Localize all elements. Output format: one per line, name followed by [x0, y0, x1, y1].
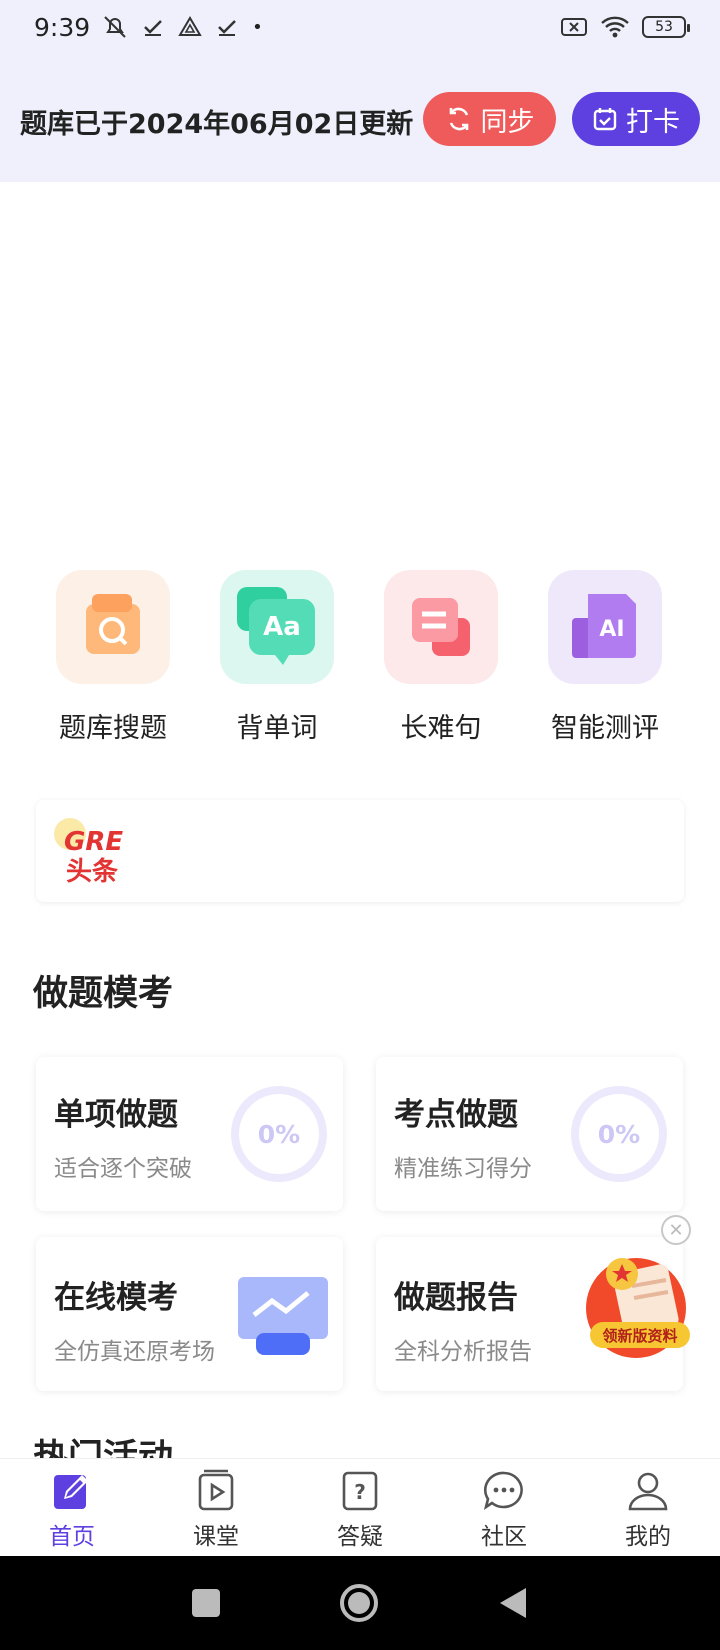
promo-materials-badge[interactable]: 领新版资料 [584, 1250, 694, 1362]
check-icon [218, 20, 237, 36]
practice-section-title: 做题模考 [33, 974, 174, 1014]
card-subtitle: 全科分析报告 [394, 1339, 532, 1365]
system-nav-bar [0, 1556, 720, 1650]
mock-exam-card[interactable]: 在线模考 全仿真还原考场 [36, 1237, 343, 1391]
search-bank-icon [56, 570, 170, 684]
quick-action-ai-assessment[interactable]: AI 智能测评 [523, 570, 687, 745]
sync-button[interactable]: 同步 [423, 92, 556, 146]
gre-news-card[interactable]: GRE 头条 [36, 800, 684, 902]
card-title: 在线模考 [54, 1280, 178, 1316]
nav-label: 课堂 [193, 1524, 239, 1550]
sim-off-icon [561, 18, 587, 36]
home-dot-icon [348, 1592, 370, 1614]
gre-logo-line1: GRE [64, 827, 123, 857]
vocabulary-icon: Aa [220, 570, 334, 684]
quick-action-vocabulary[interactable]: Aa 背单词 [195, 570, 359, 745]
ai-assessment-icon: AI [548, 570, 662, 684]
chat-bubble-icon [483, 1471, 523, 1510]
svg-text:?: ? [354, 1480, 366, 1504]
sync-label: 同步 [480, 106, 535, 138]
nav-label: 答疑 [337, 1524, 383, 1550]
card-title: 考点做题 [394, 1097, 518, 1133]
nav-qa[interactable]: ? 答疑 [288, 1459, 432, 1556]
home-edit-icon [54, 1475, 88, 1509]
card-subtitle: 精准练习得分 [394, 1156, 532, 1182]
quick-action-label: 题库搜题 [59, 713, 167, 744]
header-row: 题库已于2024年06月02日更新 同步 打卡 [0, 92, 720, 150]
status-bar: 9:39 • 53 [0, 0, 720, 54]
quick-action-label: 背单词 [236, 713, 318, 744]
recents-button[interactable] [192, 1589, 220, 1617]
card-title: 做题报告 [394, 1280, 518, 1316]
status-time: 9:39 [34, 12, 91, 42]
profile-icon [628, 1472, 668, 1511]
topic-practice-card[interactable]: 考点做题 精准练习得分 0% [376, 1057, 683, 1211]
quick-action-search-bank[interactable]: 题库搜题 [31, 570, 195, 745]
nav-profile[interactable]: 我的 [576, 1459, 720, 1556]
home-button[interactable] [340, 1584, 378, 1622]
bottom-nav: 首页 课堂 ? 答疑 社区 我的 [0, 1458, 720, 1556]
nav-community[interactable]: 社区 [432, 1459, 576, 1556]
refresh-icon [449, 107, 468, 131]
gre-logo-line2: 头条 [66, 857, 119, 887]
back-button[interactable] [498, 1586, 528, 1620]
calendar-check-icon [593, 108, 617, 131]
battery-icon: 53 [642, 16, 690, 38]
promo-badge-label: 领新版资料 [590, 1322, 690, 1348]
quick-actions: 题库搜题 Aa 背单词 长难句 AI 智能测评 [0, 570, 720, 745]
gre-news-logo: GRE 头条 [54, 818, 123, 887]
card-subtitle: 适合逐个突破 [54, 1156, 192, 1182]
card-subtitle: 全仿真还原考场 [54, 1339, 215, 1365]
card-title: 单项做题 [54, 1097, 178, 1133]
nav-home[interactable]: 首页 [0, 1459, 144, 1556]
quick-action-label: 智能测评 [551, 713, 659, 744]
check-icon [144, 20, 163, 36]
long-sentence-icon [384, 570, 498, 684]
svg-text:AI: AI [599, 617, 624, 642]
hot-activities-title: 热门活动 [33, 1438, 174, 1458]
single-practice-card[interactable]: 单项做题 适合逐个突破 0% [36, 1057, 343, 1211]
drive-icon [178, 16, 202, 36]
nav-label: 首页 [49, 1524, 95, 1550]
progress-ring: 0% [231, 1086, 327, 1182]
quick-action-long-sentence[interactable]: 长难句 [359, 570, 523, 745]
quick-action-label: 长难句 [400, 713, 482, 744]
promo-close-icon[interactable]: ✕ [661, 1215, 691, 1245]
update-status-text: 题库已于2024年06月02日更新 [20, 108, 414, 140]
question-icon: ? [342, 1471, 378, 1511]
notification-dot-icon: • [252, 16, 263, 38]
svg-text:Aa: Aa [263, 612, 301, 642]
progress-ring: 0% [571, 1086, 667, 1182]
nav-label: 社区 [481, 1524, 527, 1550]
chart-monitor-icon [238, 1277, 328, 1355]
nav-label: 我的 [625, 1524, 671, 1550]
mute-bell-icon [104, 16, 126, 38]
nav-classroom[interactable]: 课堂 [144, 1459, 288, 1556]
classroom-icon [198, 1469, 234, 1511]
wifi-icon [601, 16, 629, 38]
checkin-label: 打卡 [626, 106, 680, 138]
checkin-button[interactable]: 打卡 [572, 92, 700, 146]
